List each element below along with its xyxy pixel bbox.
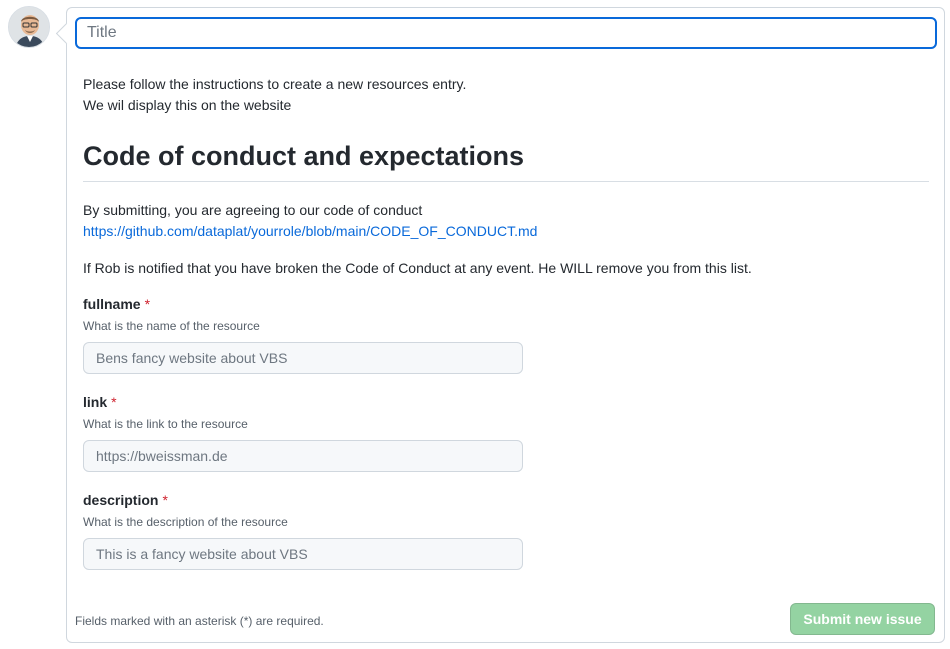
intro-line-2: We wil display this on the website	[83, 97, 292, 113]
code-of-conduct-link[interactable]: https://github.com/dataplat/yourrole/blo…	[83, 223, 537, 239]
required-asterisk: *	[144, 296, 151, 312]
required-asterisk: *	[111, 394, 117, 410]
description-field: description * What is the description of …	[83, 490, 523, 570]
description-description: What is the description of the resource	[83, 515, 288, 529]
fullname-field: fullname * What is the name of the resour…	[83, 294, 523, 374]
link-description: What is the link to the resource	[83, 417, 248, 431]
new-issue-form: Please follow the instructions to create…	[66, 7, 945, 643]
warning-text: If Rob is notified that you have broken …	[83, 260, 752, 276]
description-input[interactable]	[83, 538, 523, 570]
fullname-label: fullname *	[83, 296, 151, 312]
intro-text: Please follow the instructions to create…	[83, 74, 466, 116]
title-input[interactable]	[75, 17, 937, 49]
required-fields-note: Fields marked with an asterisk (*) are r…	[75, 614, 324, 628]
required-asterisk: *	[162, 492, 168, 508]
user-avatar[interactable]	[8, 6, 50, 48]
description-label: description *	[83, 492, 168, 508]
link-input[interactable]	[83, 440, 523, 472]
link-field: link * What is the link to the resource	[83, 392, 523, 472]
link-label: link *	[83, 394, 117, 410]
section-heading: Code of conduct and expectations	[83, 139, 929, 182]
fullname-input[interactable]	[83, 342, 523, 374]
avatar-portrait-icon	[9, 7, 49, 47]
intro-line-1: Please follow the instructions to create…	[83, 76, 467, 92]
agreement-text: By submitting, you are agreeing to our c…	[83, 200, 537, 242]
agreement-line: By submitting, you are agreeing to our c…	[83, 202, 423, 218]
fullname-description: What is the name of the resource	[83, 319, 260, 333]
submit-new-issue-button[interactable]: Submit new issue	[790, 603, 935, 635]
